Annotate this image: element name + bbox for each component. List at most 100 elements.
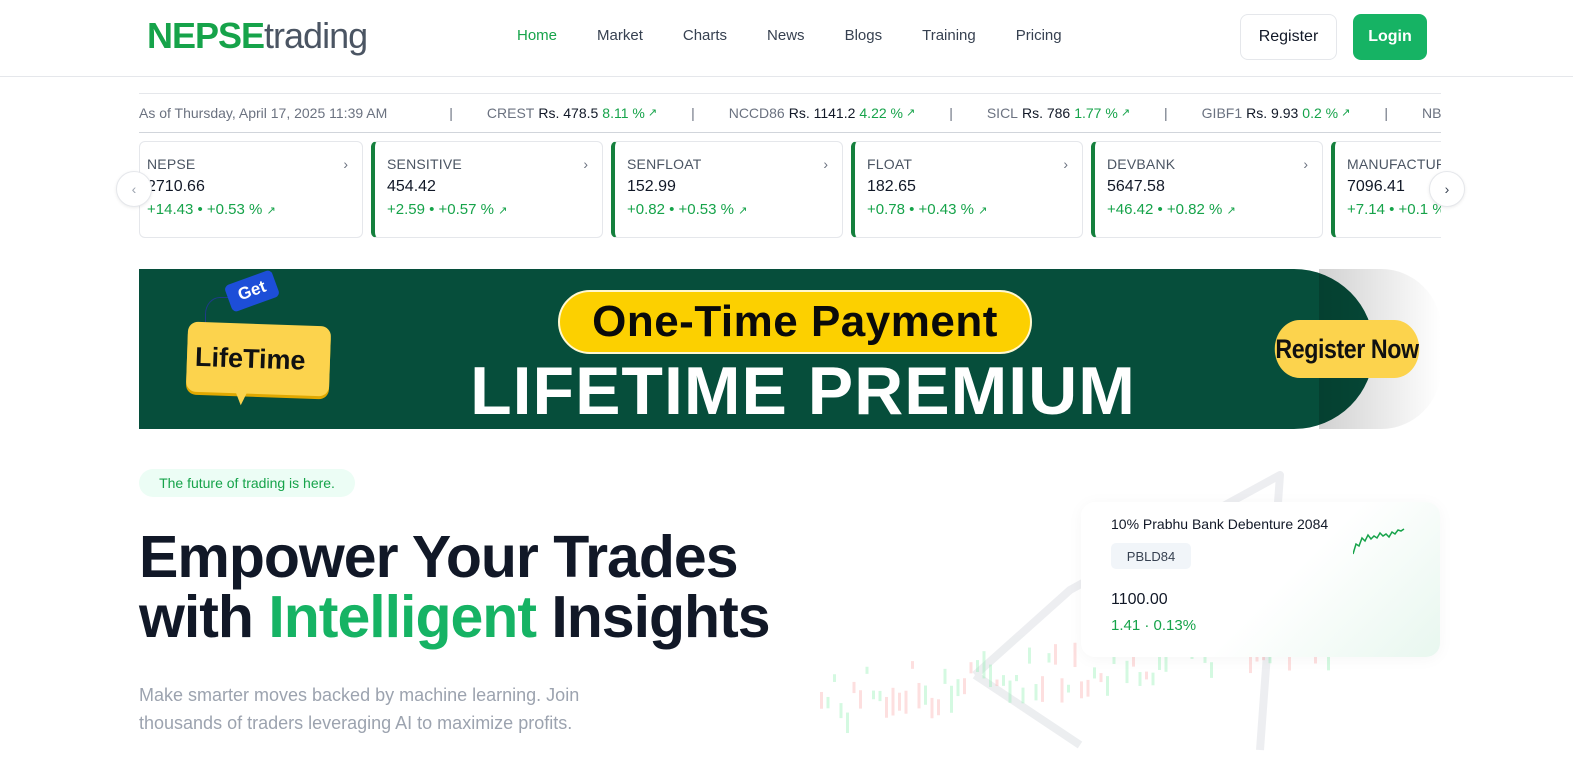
chevron-right-icon: › [1303,156,1308,172]
decorative-candle [1080,681,1083,699]
decorative-candle [1034,684,1038,701]
index-name: NEPSE [147,156,196,172]
trending-up-icon: ↗ [1120,107,1131,119]
sparkline-chart [1353,528,1405,555]
decorative-candle [872,690,875,700]
index-change: +7.14 • +0.1 % [1347,201,1441,218]
decorative-candle [839,703,843,719]
decorative-candle [995,679,999,687]
index-card-senfloat[interactable]: SENFLOAT 152.99 +0.82 • +0.53 % ↗ › [611,141,843,238]
chevron-right-icon: › [1063,156,1068,172]
login-button[interactable]: Login [1353,14,1427,60]
ticker-price: Rs. 1141.2 [788,104,856,121]
index-value: 152.99 [627,178,676,195]
decorative-candle [1106,676,1109,696]
decorative-candle [924,685,927,705]
market-ticker: As of Thursday, April 17, 2025 11:39 AM … [139,94,1441,133]
ticker-item[interactable]: NCCD86 Rs. 1141.2 4.22 % ↗ [729,105,916,121]
logo-bold: NEPSE [147,15,265,56]
index-value: 2710.66 [147,178,205,195]
hero-subtitle: Make smarter moves backed by machine lea… [139,685,580,733]
lifetime-promo-banner[interactable]: LifeTime Get One-Time Payment LIFETIME P… [139,269,1441,429]
one-time-payment-pill: One-Time Payment [558,290,1032,354]
ticker-item[interactable]: SICL Rs. 786 1.77 % ↗ [987,105,1130,121]
decorative-candle [1210,662,1213,678]
decorative-candle [904,690,908,714]
index-change: +0.78 • +0.43 % ↗ [867,201,988,218]
stock-change: 1.41 · 0.13% [1111,617,1197,634]
site-header: NEPSEtrading Home Market Charts News Blo… [0,0,1573,77]
stock-name: 10% Prabhu Bank Debenture 2084 [1111,516,1329,532]
ticker-top-border [139,93,1441,94]
decorative-candle [1073,642,1077,668]
ticker-symbol: NCCD86 [728,104,785,121]
index-card-float[interactable]: FLOAT 182.65 +0.78 • +0.43 % ↗ › [851,141,1083,238]
carousel-next-button[interactable]: › [1429,171,1465,207]
index-name: SENFLOAT [627,156,702,172]
trending-up-icon: ↗ [1226,205,1236,217]
nav-market[interactable]: Market [597,26,643,46]
chevron-right-icon: › [343,156,348,172]
decorative-candle [943,668,947,684]
nav-charts[interactable]: Charts [683,26,727,46]
chevron-left-icon: ‹ [131,181,137,197]
index-carousel: NEPSE 2710.66 +14.43 • +0.53 % ↗ › SENSI… [139,141,1441,239]
decorative-candle [1093,667,1096,679]
main-nav: Home Market Charts News Blogs Training P… [517,26,1102,46]
register-now-button[interactable]: Register Now [1274,320,1420,378]
nav-training[interactable]: Training [922,26,976,46]
ticker-separator: | [449,104,453,121]
decorative-candle [826,696,830,709]
decorative-candle [1145,671,1148,680]
register-button[interactable]: Register [1240,14,1337,60]
decorative-candle [956,679,960,697]
ticker-item[interactable]: CREST Rs. 478.5 8.11 % ↗ [487,105,657,121]
decorative-candle [833,674,836,682]
trending-up-icon: ↗ [905,107,916,119]
decorative-candle [1021,687,1025,704]
nav-blogs[interactable]: Blogs [845,26,883,46]
nav-home[interactable]: Home [517,26,557,46]
stock-price: 1100.00 [1111,591,1168,608]
decorative-candle [898,692,901,711]
ticker-change: 4.22 % [859,104,903,121]
ticker-separator: | [691,104,695,121]
decorative-candle [1047,653,1051,663]
trending-up-icon: ↗ [1341,107,1351,119]
trending-up-icon: ↗ [647,107,658,119]
ticker-symbol: NBLD85 [1421,104,1441,121]
decorative-candle [911,661,914,669]
index-value: 5647.58 [1107,178,1165,195]
logo-light: trading [264,15,368,56]
decorative-candle [1028,647,1031,664]
ticker-symbol: CREST [486,104,535,121]
decorative-candle [1002,675,1005,686]
featured-stock-card[interactable]: 10% Prabhu Bank Debenture 2084 PBLD84 11… [1081,502,1440,657]
index-card-manufacturing[interactable]: MANUFACTUR 7096.41 +7.14 • +0.1 % [1331,141,1441,238]
index-card-devbank[interactable]: DEVBANK 5647.58 +46.42 • +0.82 % ↗ › [1091,141,1323,238]
nav-pricing[interactable]: Pricing [1016,26,1062,46]
ticker-item[interactable]: GIBF1 Rs. 9.93 0.2 % ↗ [1202,105,1351,121]
decorative-candle [989,664,992,688]
carousel-prev-button[interactable]: ‹ [116,171,152,207]
ticker-change: 0.2 % [1302,104,1339,121]
ticker-change: 1.77 % [1074,104,1118,121]
index-card-sensitive[interactable]: SENSITIVE 454.42 +2.59 • +0.57 % ↗ › [371,141,603,238]
index-card-nepse[interactable]: NEPSE 2710.66 +14.43 • +0.53 % ↗ › [139,141,363,238]
ticker-price: Rs. 786 [1021,104,1071,121]
ticker-symbol: SICL [986,104,1018,121]
decorative-candle [878,690,882,702]
decorative-candle [820,691,823,709]
nav-news[interactable]: News [767,26,805,46]
ticker-price: Rs. 9.93 [1246,104,1299,121]
decorative-candle [950,685,953,713]
ticker-item[interactable]: NBLD85 Rs [1422,105,1441,121]
logo[interactable]: NEPSEtrading [147,15,368,56]
index-name: DEVBANK [1107,156,1176,172]
index-change: +0.82 • +0.53 % ↗ [627,201,748,218]
decorative-candle [1099,673,1103,683]
hero-title-line2: with Intelligent Insights [139,584,771,650]
decorative-candle [1015,675,1018,682]
decorative-candle [859,690,862,709]
ticker-separator: | [1384,104,1388,121]
